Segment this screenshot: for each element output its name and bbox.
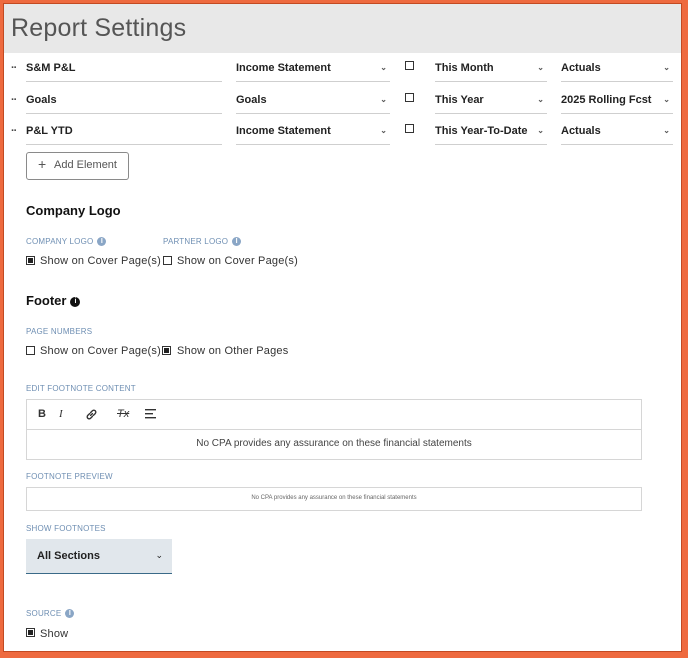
scenario-value: Actuals [561,125,601,137]
info-icon[interactable]: i [70,296,81,307]
chevron-down-icon: ⌄ [663,63,670,72]
period-value: This Month [435,62,494,74]
chevron-down-icon: ⌄ [537,126,544,135]
period-value: This Year [435,94,484,106]
footnote-preview: No CPA provides any assurance on these f… [26,487,642,511]
partner-logo-show-checkbox[interactable] [163,256,172,265]
chevron-down-icon: ⌄ [380,126,387,135]
element-row: ·· Goals Goals ⌄ This Year ⌄ 2025 Rolling … [4,91,681,115]
page-numbers-cover-checkbox[interactable] [26,346,35,355]
partner-logo-caption: PARTNER LOGO i [163,237,242,247]
page-numbers-other-label: Show on Other Pages [177,345,289,357]
element-checkbox[interactable] [405,124,414,133]
title-bar: Report Settings [4,4,681,53]
element-name: P&L YTD [26,125,73,137]
period-select[interactable]: This Year-To-Date ⌄ [435,122,547,145]
company-logo-caption: COMPANY LOGO i [26,237,107,247]
add-element-label: Add Element [54,159,117,171]
footnote-preview-caption: FOOTNOTE PREVIEW [26,472,113,481]
statement-value: Goals [236,94,267,106]
scenario-value: 2025 Rolling Fcst [561,94,652,106]
show-footnotes-value: All Sections [37,550,100,562]
chevron-down-icon: ⌄ [537,95,544,104]
scenario-value: Actuals [561,62,601,74]
drag-handle-icon[interactable]: ·· [11,94,17,106]
element-row: ·· P&L YTD Income Statement ⌄ This Year-T… [4,122,681,146]
chevron-down-icon: ⌄ [380,63,387,72]
company-logo-show-checkbox[interactable] [26,256,35,265]
element-name: S&M P&L [26,62,76,74]
source-caption: SOURCE i [26,609,75,619]
italic-icon[interactable]: I [59,408,63,420]
element-checkbox[interactable] [405,93,414,102]
plus-icon: + [38,156,47,172]
company-logo-show-label: Show on Cover Page(s) [40,255,161,267]
scenario-select[interactable]: Actuals ⌄ [561,122,673,145]
element-name-field[interactable]: S&M P&L [26,59,222,82]
chevron-down-icon: ⌄ [537,63,544,72]
bold-icon[interactable]: B [38,408,46,420]
company-logo-heading: Company Logo [26,203,121,218]
info-icon[interactable]: i [97,237,107,247]
info-icon[interactable]: i [65,609,75,619]
period-value: This Year-To-Date [435,125,528,137]
add-element-button[interactable]: + Add Element [26,152,129,180]
footnote-editor[interactable]: B I Tx No CPA provides any assurance on … [26,399,642,460]
element-name: Goals [26,94,57,106]
statement-select[interactable]: Goals ⌄ [236,91,390,114]
align-icon[interactable] [145,408,157,422]
drag-handle-icon[interactable]: ·· [11,125,17,137]
period-select[interactable]: This Month ⌄ [435,59,547,82]
statement-value: Income Statement [236,62,331,74]
page-numbers-cover-label: Show on Cover Page(s) [40,345,161,357]
statement-select[interactable]: Income Statement ⌄ [236,59,390,82]
partner-logo-show-label: Show on Cover Page(s) [177,255,298,267]
show-footnotes-caption: SHOW FOOTNOTES [26,524,106,533]
scenario-select[interactable]: Actuals ⌄ [561,59,673,82]
period-select[interactable]: This Year ⌄ [435,91,547,114]
clear-format-icon[interactable]: Tx [117,408,129,420]
page-numbers-other-checkbox[interactable] [162,346,171,355]
editor-toolbar: B I Tx [27,400,641,430]
edit-footnote-caption: EDIT FOOTNOTE CONTENT [26,384,136,393]
chevron-down-icon: ⌄ [380,95,387,104]
info-icon[interactable]: i [232,237,242,247]
source-show-checkbox[interactable] [26,628,35,637]
element-name-field[interactable]: Goals [26,91,222,114]
footnote-content[interactable]: No CPA provides any assurance on these f… [27,438,641,449]
page-title: Report Settings [11,14,187,42]
element-checkbox[interactable] [405,61,414,70]
drag-handle-icon[interactable]: ·· [11,62,17,74]
footer-heading: Footer i [26,293,81,308]
show-footnotes-select[interactable]: All Sections ⌄ [26,539,172,574]
link-icon[interactable] [85,408,98,424]
footnote-preview-text: No CPA provides any assurance on these f… [251,495,417,501]
statement-select[interactable]: Income Statement ⌄ [236,122,390,145]
scenario-select[interactable]: 2025 Rolling Fcst ⌄ [561,91,673,114]
element-name-field[interactable]: P&L YTD [26,122,222,145]
report-settings-panel: Report Settings ·· S&M P&L Income Statem… [4,4,681,651]
element-row: ·· S&M P&L Income Statement ⌄ This Month ⌄… [4,59,681,83]
source-show-label: Show [40,628,69,640]
chevron-down-icon: ⌄ [155,550,163,560]
chevron-down-icon: ⌄ [663,126,670,135]
page-numbers-caption: PAGE NUMBERS [26,327,93,336]
chevron-down-icon: ⌄ [663,95,670,104]
statement-value: Income Statement [236,125,331,137]
